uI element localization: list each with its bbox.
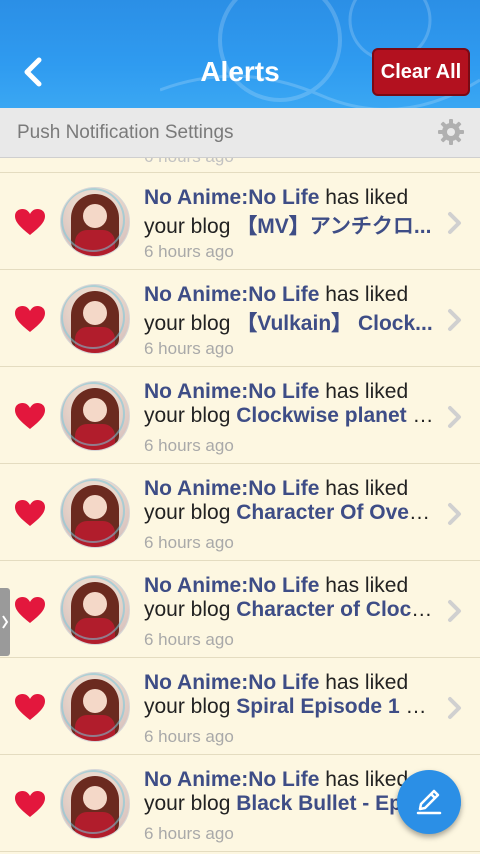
notification-action: has liked xyxy=(325,671,409,694)
notification-blog-title[interactable]: 【MV】アンチクロ... xyxy=(236,215,431,238)
notification-row[interactable]: No Anime:No Life has liked your blog Spi… xyxy=(0,658,480,755)
notification-blog-line: your blog Character of Clock... xyxy=(144,598,434,622)
push-notification-settings-bar[interactable]: Push Notification Settings xyxy=(0,108,480,158)
avatar[interactable] xyxy=(60,769,130,839)
avatar[interactable] xyxy=(60,381,130,451)
notification-action: has liked xyxy=(325,186,409,209)
partial-notification-row[interactable]: 6 hours ago xyxy=(0,158,480,173)
notification-headline: No Anime:No Life has liked xyxy=(144,574,408,598)
avatar[interactable] xyxy=(60,478,130,548)
notification-blog-line: your blog Black Bullet - Epi... xyxy=(144,792,434,816)
pencil-icon xyxy=(416,789,442,815)
notification-row[interactable]: No Anime:No Life has liked your blog 【Vu… xyxy=(0,270,480,367)
chevron-right-icon xyxy=(448,600,461,622)
notification-prefix: your blog xyxy=(144,404,237,427)
push-notification-settings-label: Push Notification Settings xyxy=(17,122,234,143)
notification-blog-title[interactable]: Character of Clock... xyxy=(236,598,434,621)
notification-row[interactable]: No Anime:No Life has liked your blog Cha… xyxy=(0,561,480,658)
notification-blog-title[interactable]: Character Of Over ... xyxy=(236,501,434,524)
avatar[interactable] xyxy=(60,575,130,645)
notification-row[interactable]: No Anime:No Life has liked your blog 【MV… xyxy=(0,173,480,270)
notification-action: has liked xyxy=(325,768,409,791)
notification-prefix: your blog xyxy=(144,695,237,718)
notification-time: 6 hours ago xyxy=(144,630,234,649)
heart-icon xyxy=(15,500,45,526)
notification-user[interactable]: No Anime:No Life xyxy=(144,574,319,597)
app-header: Alerts Clear All xyxy=(0,0,480,108)
chevron-right-icon xyxy=(448,697,461,719)
notification-blog-line: your blog Character Of Over ... xyxy=(144,501,434,525)
notification-row[interactable]: No Anime:No Life has liked your blog Cha… xyxy=(0,464,480,561)
side-drawer-handle[interactable] xyxy=(0,588,10,656)
notification-prefix: your blog xyxy=(144,312,237,335)
avatar[interactable] xyxy=(60,284,130,354)
notification-time: 6 hours ago xyxy=(144,824,234,843)
notification-user[interactable]: No Anime:No Life xyxy=(144,186,319,209)
notification-user[interactable]: No Anime:No Life xyxy=(144,477,319,500)
notification-prefix: your blog xyxy=(144,215,237,238)
avatar[interactable] xyxy=(60,187,130,257)
notification-time: 6 hours ago xyxy=(144,242,234,261)
notification-time: 6 hours ago xyxy=(144,533,234,552)
heart-icon xyxy=(15,209,45,235)
heart-icon xyxy=(15,306,45,332)
notification-action: has liked xyxy=(325,283,409,306)
notification-headline: No Anime:No Life has liked xyxy=(144,768,408,792)
notification-blog-line: your blog 【MV】アンチクロ... xyxy=(144,210,434,240)
heart-icon xyxy=(15,403,45,429)
chevron-right-icon xyxy=(448,212,461,234)
chevron-right-icon xyxy=(448,406,461,428)
notification-headline: No Anime:No Life has liked xyxy=(144,671,408,695)
notification-blog-title[interactable]: Clockwise planet e... xyxy=(236,404,434,427)
notification-blog-title[interactable]: 【Vulkain】 Clock... xyxy=(236,312,432,335)
heart-icon xyxy=(15,597,45,623)
notification-blog-title[interactable]: Spiral Episode 1 Dub... xyxy=(236,695,434,718)
notification-action: has liked xyxy=(325,574,409,597)
notification-headline: No Anime:No Life has liked xyxy=(144,477,408,501)
notification-prefix: your blog xyxy=(144,792,237,815)
notification-headline: No Anime:No Life has liked xyxy=(144,380,408,404)
notification-action: has liked xyxy=(325,380,409,403)
chevron-right-icon xyxy=(448,309,461,331)
notification-blog-line: your blog Clockwise planet e... xyxy=(144,404,434,428)
notification-headline: No Anime:No Life has liked xyxy=(144,283,408,307)
notification-list: 6 hours ago No Anime:No Life has liked y… xyxy=(0,158,480,852)
notification-time: 6 hours ago xyxy=(144,727,234,746)
notification-blog-line: your blog Spiral Episode 1 Dub... xyxy=(144,695,434,719)
notification-time: 6 hours ago xyxy=(144,436,234,455)
notification-headline: No Anime:No Life has liked xyxy=(144,186,408,210)
notification-time: 6 hours ago xyxy=(144,158,234,167)
chevron-right-icon xyxy=(448,503,461,525)
chevron-right-small-icon xyxy=(2,615,9,629)
notification-prefix: your blog xyxy=(144,598,237,621)
notification-user[interactable]: No Anime:No Life xyxy=(144,671,319,694)
avatar[interactable] xyxy=(60,672,130,742)
notification-time: 6 hours ago xyxy=(144,339,234,358)
notification-row[interactable]: No Anime:No Life has liked your blog Clo… xyxy=(0,367,480,464)
notification-prefix: your blog xyxy=(144,501,237,524)
notification-blog-line: your blog 【Vulkain】 Clock... xyxy=(144,307,434,337)
notification-user[interactable]: No Anime:No Life xyxy=(144,380,319,403)
notification-action: has liked xyxy=(325,477,409,500)
gear-icon[interactable] xyxy=(437,118,465,146)
compose-button[interactable] xyxy=(397,770,461,834)
clear-all-button[interactable]: Clear All xyxy=(372,48,470,96)
heart-icon xyxy=(15,791,45,817)
heart-icon xyxy=(15,694,45,720)
notification-user[interactable]: No Anime:No Life xyxy=(144,283,319,306)
notification-user[interactable]: No Anime:No Life xyxy=(144,768,319,791)
